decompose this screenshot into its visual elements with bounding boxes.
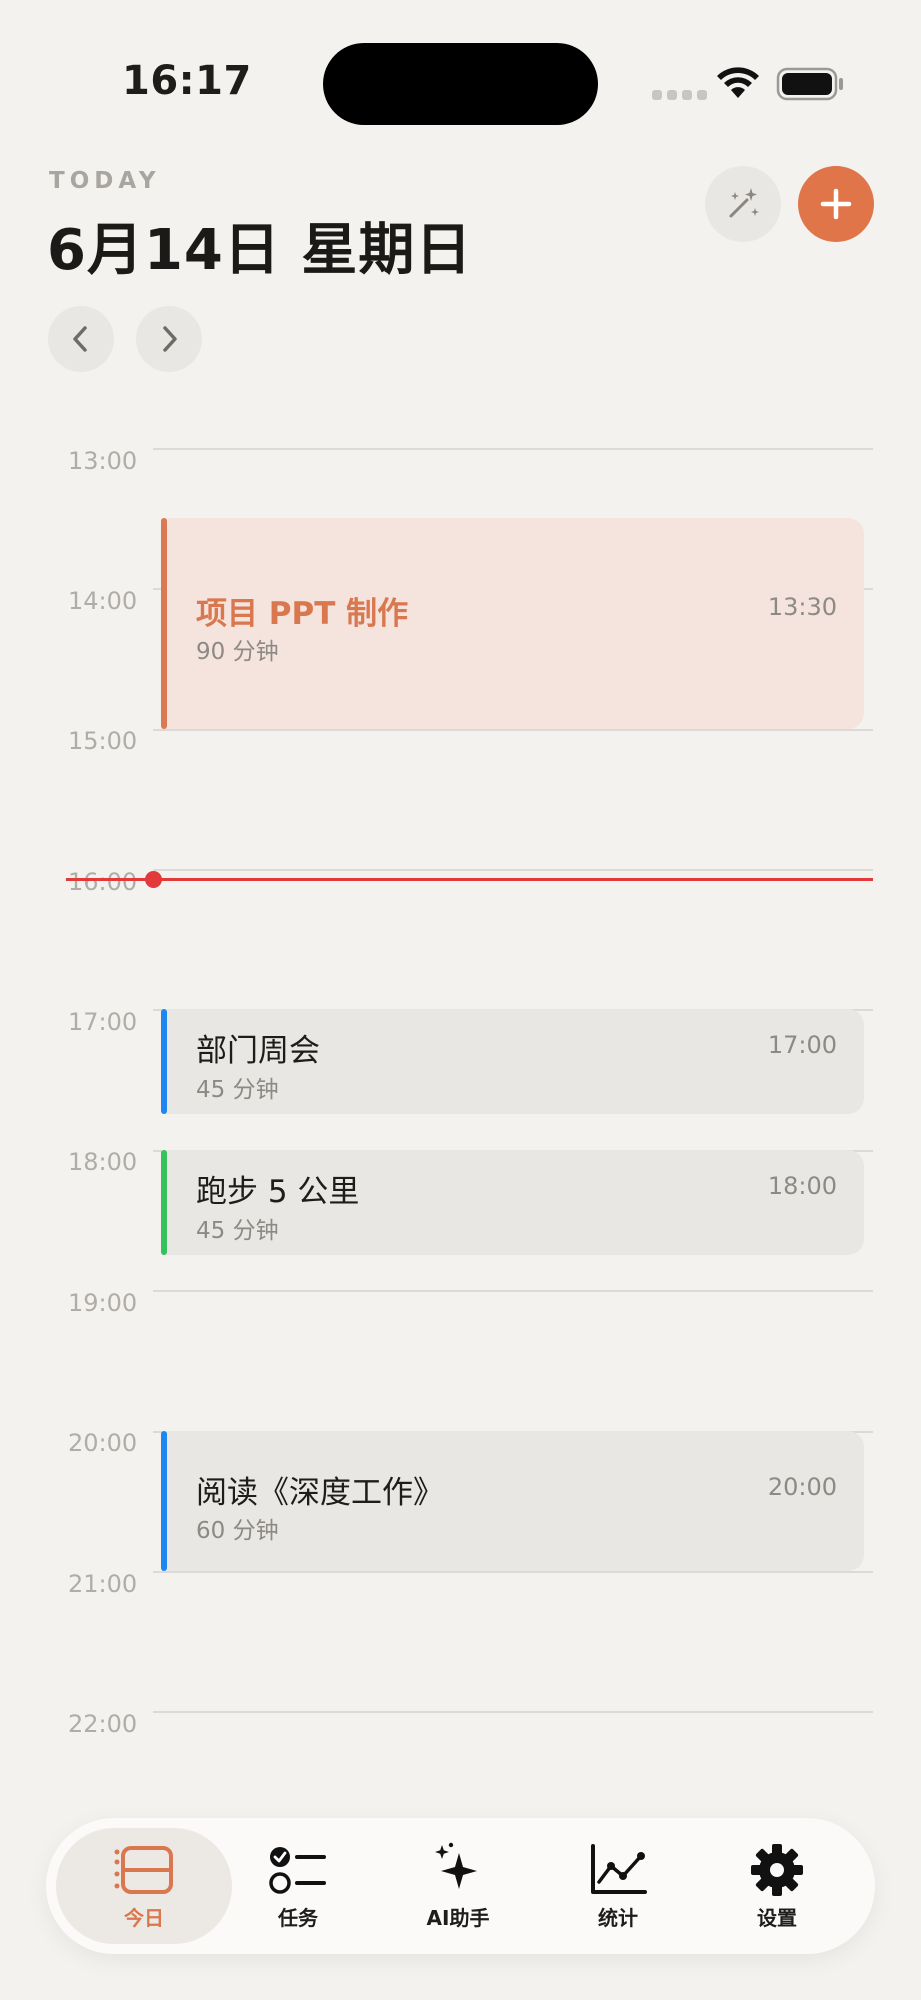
event-start-time: 18:00	[767, 1172, 837, 1200]
status-time: 16:17	[122, 58, 252, 104]
current-time-dot	[145, 871, 162, 888]
hour-label: 16:00	[68, 868, 138, 896]
event-color-bar	[161, 518, 167, 729]
hour-gridline	[153, 1290, 873, 1292]
hour-gridline	[153, 729, 873, 731]
event-title: 跑步 5 公里	[196, 1174, 360, 1210]
tab-bar: 今日 任务 AI助手 统计 设置	[46, 1818, 875, 1954]
chart-icon	[591, 1843, 647, 1894]
hour-label: 15:00	[68, 727, 138, 755]
hour-label: 17:00	[68, 1008, 138, 1036]
tab-label: 今日	[124, 1905, 164, 1930]
today-icon	[114, 1845, 173, 1894]
tab-statistics[interactable]: 统计	[530, 1828, 706, 1944]
tab-label: 统计	[598, 1905, 638, 1930]
cellular-signal-icon	[652, 90, 707, 100]
hour-label: 13:00	[68, 447, 138, 475]
event-title: 项目 PPT 制作	[196, 596, 409, 632]
event-start-time: 20:00	[767, 1473, 837, 1501]
hour-gridline	[153, 448, 873, 450]
page-title: 6月14日 星期日	[47, 218, 473, 283]
tab-label: AI助手	[426, 1905, 490, 1930]
current-time-line	[66, 878, 873, 881]
tab-label: 设置	[757, 1905, 797, 1930]
event-title: 阅读《深度工作》	[196, 1475, 444, 1511]
magic-wand-icon	[729, 188, 759, 218]
next-day-button[interactable]	[136, 306, 202, 372]
event-color-bar	[161, 1009, 167, 1114]
tab-tasks[interactable]: 任务	[210, 1828, 386, 1944]
wifi-icon	[717, 67, 759, 98]
hour-label: 22:00	[68, 1710, 138, 1738]
magic-wand-button[interactable]	[705, 166, 781, 242]
event-color-bar	[161, 1150, 167, 1255]
hour-gridline	[153, 1711, 873, 1713]
event-start-time: 13:30	[767, 593, 837, 621]
event-card[interactable]: 项目 PPT 制作 90 分钟 13:30	[161, 518, 864, 729]
event-duration: 90 分钟	[196, 639, 279, 665]
event-start-time: 17:00	[767, 1031, 837, 1059]
add-event-button[interactable]	[798, 166, 874, 242]
hour-gridline	[153, 1571, 873, 1573]
tab-label: 任务	[278, 1905, 318, 1930]
hour-label: 19:00	[68, 1289, 138, 1317]
event-card[interactable]: 跑步 5 公里 45 分钟 18:00	[161, 1150, 864, 1255]
hour-label: 20:00	[68, 1429, 138, 1457]
chevron-left-icon	[73, 326, 87, 352]
event-duration: 60 分钟	[196, 1518, 279, 1544]
battery-icon	[776, 67, 843, 101]
tab-ai-assistant[interactable]: AI助手	[370, 1828, 546, 1944]
event-card[interactable]: 部门周会 45 分钟 17:00	[161, 1009, 864, 1114]
dynamic-island	[323, 43, 598, 125]
hour-gridline	[153, 869, 873, 871]
hour-label: 21:00	[68, 1570, 138, 1598]
tasks-icon	[269, 1846, 326, 1894]
gear-icon	[751, 1843, 803, 1896]
tab-settings[interactable]: 设置	[689, 1828, 865, 1944]
event-card[interactable]: 阅读《深度工作》 60 分钟 20:00	[161, 1431, 864, 1571]
plus-icon	[820, 188, 852, 220]
previous-day-button[interactable]	[48, 306, 114, 372]
event-duration: 45 分钟	[196, 1077, 279, 1103]
today-label: TODAY	[49, 168, 161, 194]
event-duration: 45 分钟	[196, 1218, 279, 1244]
hour-label: 14:00	[68, 587, 138, 615]
event-title: 部门周会	[196, 1033, 320, 1069]
tab-today[interactable]: 今日	[56, 1828, 232, 1944]
event-color-bar	[161, 1431, 167, 1571]
chevron-right-icon	[163, 326, 177, 352]
sparkles-icon	[435, 1842, 477, 1889]
hour-label: 18:00	[68, 1148, 138, 1176]
